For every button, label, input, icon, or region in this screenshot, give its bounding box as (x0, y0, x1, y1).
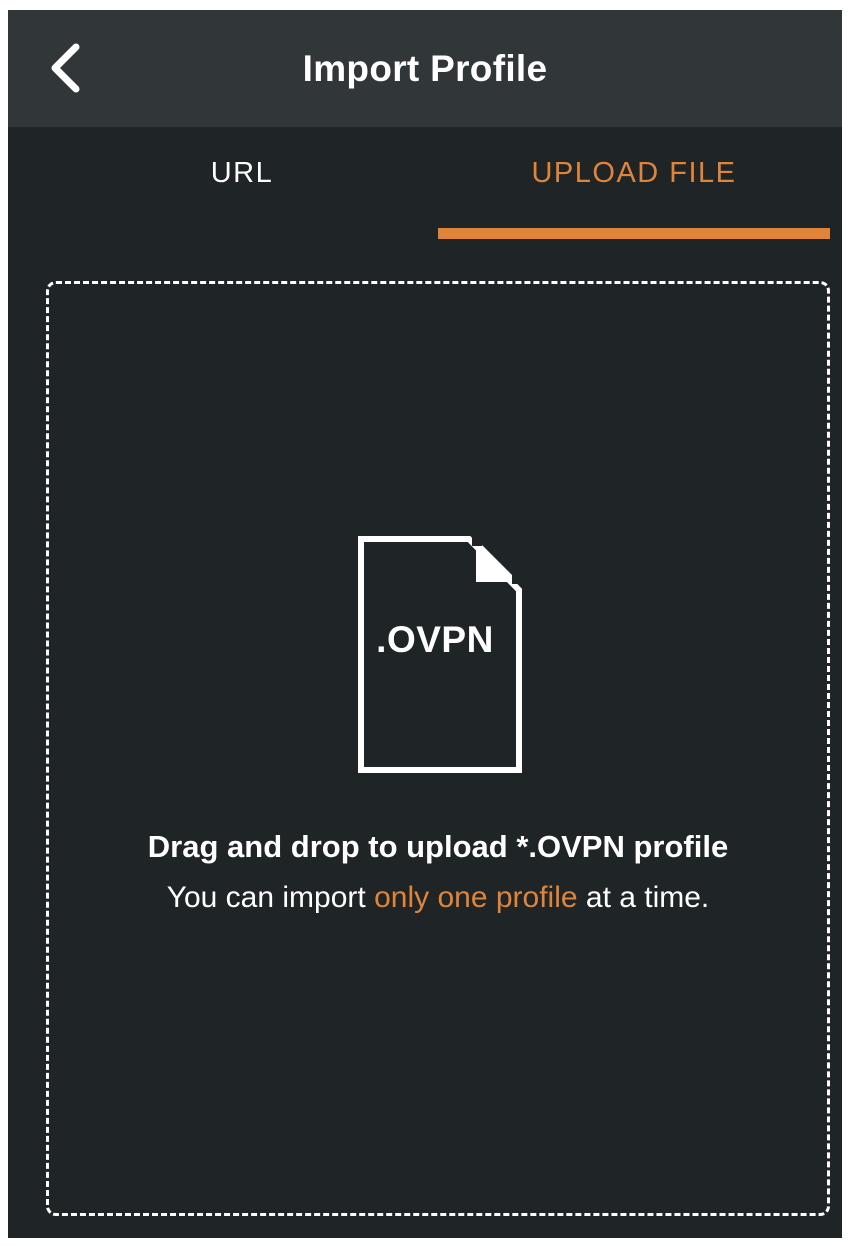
back-button[interactable] (38, 40, 92, 96)
active-tab-indicator (438, 228, 830, 239)
dropzone-note: You can import only one profile at a tim… (49, 881, 827, 915)
tab-bar: URL UPLOAD FILE (8, 127, 842, 239)
dropzone-note-suffix: at a time. (577, 881, 710, 914)
dropzone-title: Drag and drop to upload *.OVPN profile (147, 829, 729, 864)
chevron-left-icon (51, 43, 80, 93)
import-profile-screen: Import Profile URL UPLOAD FILE .OVPN Dra… (8, 10, 842, 1238)
file-dropzone[interactable]: .OVPN Drag and drop to upload *.OVPN pro… (46, 281, 830, 1216)
tab-upload-file[interactable]: UPLOAD FILE (438, 127, 830, 239)
page-title: Import Profile (302, 48, 548, 89)
file-extension-label: .OVPN (376, 619, 494, 660)
tab-url-label: URL (210, 157, 274, 189)
dropzone-note-highlight: only one profile (374, 881, 578, 914)
tab-url[interactable]: URL (46, 127, 438, 239)
dropzone-note-prefix: You can import (166, 881, 375, 914)
header-bar: Import Profile (8, 10, 842, 127)
tab-upload-file-label: UPLOAD FILE (531, 157, 737, 189)
